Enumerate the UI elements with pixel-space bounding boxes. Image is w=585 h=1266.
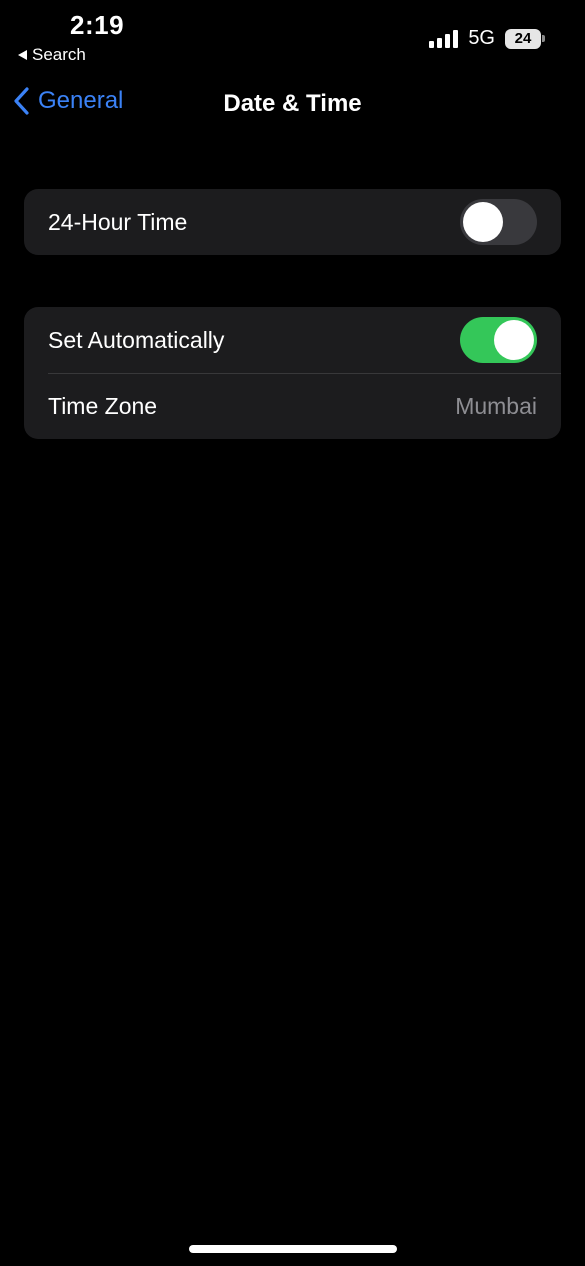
settings-group-auto: Set Automatically Time Zone Mumbai	[24, 307, 561, 439]
back-app-label: Search	[32, 45, 86, 64]
back-to-app[interactable]: Search	[18, 45, 86, 65]
row-label: Time Zone	[48, 392, 158, 419]
network-type: 5G	[468, 27, 495, 49]
time-zone-value: Mumbai	[455, 392, 537, 419]
back-triangle-icon	[18, 50, 27, 60]
row-time-zone[interactable]: Time Zone Mumbai	[24, 373, 561, 439]
cellular-signal-icon	[429, 29, 459, 48]
toggle-knob	[494, 320, 534, 360]
settings-group-time-format: 24-Hour Time	[24, 189, 561, 255]
battery-icon: 24	[505, 28, 545, 49]
status-time: 2:19	[70, 10, 125, 40]
row-label: 24-Hour Time	[48, 208, 188, 235]
row-label: Set Automatically	[48, 326, 225, 353]
battery-level: 24	[505, 28, 541, 49]
page-title: Date & Time	[223, 90, 362, 117]
row-24-hour-time: 24-Hour Time	[24, 189, 561, 255]
status-bar: 2:19 Search 5G 24	[0, 0, 585, 70]
toggle-24-hour-time[interactable]	[460, 199, 537, 245]
navigation-bar: General Date & Time	[0, 80, 585, 128]
toggle-knob	[463, 202, 503, 242]
row-set-automatically: Set Automatically	[24, 307, 561, 373]
status-indicators: 5G 24	[429, 27, 545, 50]
home-indicator[interactable]	[189, 1245, 397, 1253]
toggle-set-automatically[interactable]	[460, 317, 537, 363]
